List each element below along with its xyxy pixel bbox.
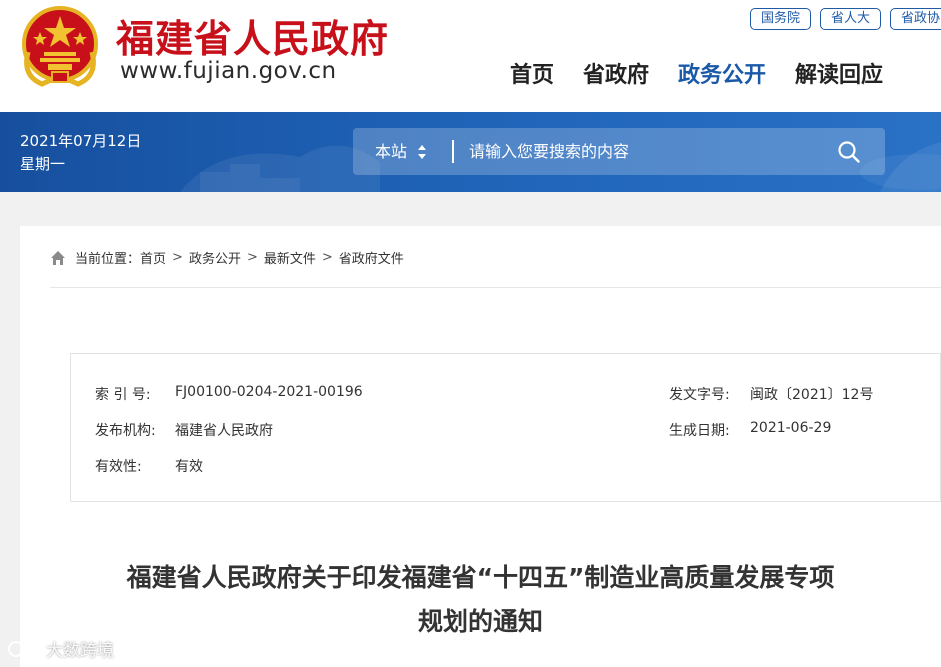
current-date: 2021年07月12日 星期一 (20, 130, 141, 176)
top-links: 国务院 省人大 省政协 (750, 8, 941, 30)
breadcrumb-separator: > (246, 250, 258, 265)
top-link-state-council[interactable]: 国务院 (750, 8, 812, 30)
breadcrumb-separator: > (321, 250, 333, 265)
nav-item-government[interactable]: 省政府 (583, 57, 649, 89)
index-number-label: 索 引 号: (95, 387, 151, 403)
breadcrumb-gov-affairs[interactable]: 政务公开 (189, 248, 241, 267)
generation-date-label: 生成日期: (669, 423, 730, 439)
site-url[interactable]: www.fujian.gov.cn (120, 58, 337, 84)
search-banner: 2021年07月12日 星期一 本站 (0, 112, 941, 192)
nav-item-home[interactable]: 首页 (510, 57, 554, 89)
watermark: 大数跨境 (8, 636, 114, 661)
generation-date-value: 2021-06-29 (750, 420, 832, 436)
nav-item-interpretation[interactable]: 解读回应 (795, 57, 883, 89)
weekday-text: 星期一 (20, 155, 66, 173)
breadcrumb-home[interactable]: 首页 (140, 248, 166, 267)
site-header: 福建省人民政府 www.fujian.gov.cn 国务院 省人大 省政协 首页… (0, 0, 941, 112)
watermark-text: 大数跨境 (46, 641, 114, 661)
article-panel: 当前位置： 首页 > 政务公开 > 最新文件 > 省政府文件 索 引 号: FJ… (20, 226, 941, 667)
issuing-org-label: 发布机构: (95, 423, 156, 439)
document-title: 福建省人民政府关于印发福建省“十四五”制造业高质量发展专项 规划的通知 (20, 556, 941, 644)
site-title[interactable]: 福建省人民政府 (116, 8, 389, 63)
search-icon[interactable] (837, 140, 861, 164)
home-icon (51, 250, 65, 265)
breadcrumb-divider (50, 287, 941, 288)
breadcrumb-prefix: 当前位置： (75, 252, 141, 267)
breadcrumb-separator: > (172, 250, 183, 265)
national-emblem-icon[interactable] (20, 6, 100, 88)
top-link-provincial-cppcc[interactable]: 省政协 (890, 8, 941, 30)
date-text: 2021年07月12日 (20, 132, 142, 150)
top-link-provincial-congress[interactable]: 省人大 (820, 8, 882, 30)
document-title-line-2: 规划的通知 (417, 607, 543, 636)
main-nav: 首页 省政府 政务公开 解读回应 (510, 57, 883, 89)
document-title-line-1: 福建省人民政府关于印发福建省“十四五”制造业高质量发展专项 (126, 563, 835, 592)
breadcrumb-latest-files[interactable]: 最新文件 (264, 248, 316, 267)
search-divider (452, 140, 454, 163)
doc-number-label: 发文字号: (669, 387, 730, 403)
breadcrumb: 当前位置： 首页 > 政务公开 > 最新文件 > 省政府文件 (50, 248, 404, 267)
nav-item-gov-affairs[interactable]: 政务公开 (678, 57, 766, 89)
validity-value: 有效 (175, 459, 203, 475)
document-metadata: 索 引 号: FJ00100-0204-2021-00196 发文字号: 闽政〔… (70, 353, 941, 502)
search-scope-select[interactable]: 本站 (375, 128, 407, 175)
watermark-logo-icon (8, 640, 42, 657)
search-input[interactable] (469, 128, 809, 175)
doc-number-value: 闽政〔2021〕12号 (750, 387, 874, 403)
issuing-org-value: 福建省人民政府 (175, 423, 273, 439)
sort-arrows-icon[interactable] (417, 144, 427, 160)
breadcrumb-provincial-files[interactable]: 省政府文件 (339, 248, 404, 267)
search-box: 本站 (353, 128, 885, 175)
validity-label: 有效性: (95, 459, 142, 475)
index-number-value: FJ00100-0204-2021-00196 (175, 384, 363, 400)
